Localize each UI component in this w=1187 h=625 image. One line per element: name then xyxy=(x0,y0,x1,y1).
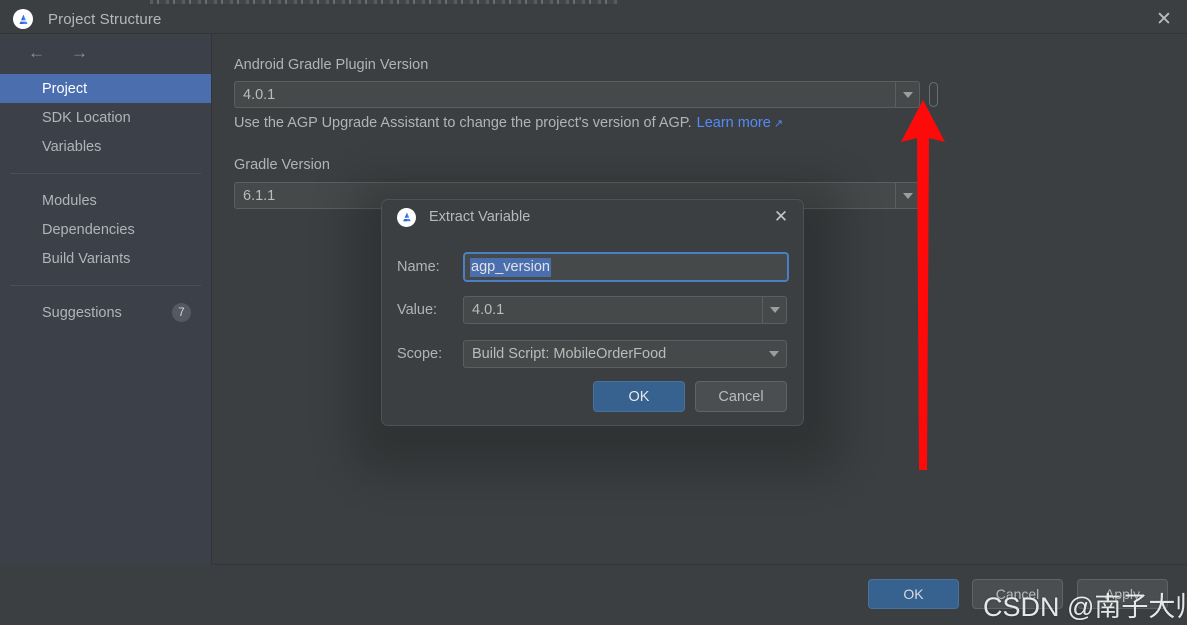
sidebar-item-build-variants[interactable]: Build Variants xyxy=(0,244,211,273)
arrow-left-icon[interactable]: ← xyxy=(28,44,45,61)
dialog-titlebar: Extract Variable ✕ xyxy=(382,200,803,234)
sidebar-item-label: Build Variants xyxy=(42,250,131,267)
gradle-version-label: Gradle Version xyxy=(234,157,330,173)
agp-version-value: 4.0.1 xyxy=(243,86,276,103)
csdn-watermark: CSDN @南子大帅哥 xyxy=(983,592,1187,622)
sidebar-item-label: Dependencies xyxy=(42,221,135,238)
red-up-arrow xyxy=(893,100,953,475)
value-combobox-value: 4.0.1 xyxy=(472,302,505,318)
sidebar-item-list: Project SDK Location Variables Modules D… xyxy=(0,74,211,327)
close-icon[interactable]: ✕ xyxy=(1141,5,1187,34)
background-window-toolbar xyxy=(150,0,620,4)
chevron-down-icon[interactable] xyxy=(762,297,786,323)
sidebar-item-suggestions[interactable]: Suggestions 7 xyxy=(0,298,211,327)
sidebar-item-modules[interactable]: Modules xyxy=(0,186,211,215)
sidebar-item-label: Variables xyxy=(42,138,102,155)
window-titlebar: Project Structure ✕ xyxy=(0,5,1187,34)
sidebar-item-dependencies[interactable]: Dependencies xyxy=(0,215,211,244)
chevron-down-icon[interactable] xyxy=(762,341,786,367)
sidebar-item-label: Project xyxy=(42,80,88,97)
name-field-row: Name: agp_version xyxy=(397,252,789,282)
suggestions-badge: 7 xyxy=(172,303,191,322)
name-input[interactable]: agp_version xyxy=(463,252,789,282)
sidebar-item-label: Suggestions xyxy=(42,304,122,321)
arrow-right-icon[interactable]: → xyxy=(71,44,88,61)
sidebar-divider xyxy=(10,285,201,286)
android-studio-icon xyxy=(397,207,416,227)
close-icon[interactable]: ✕ xyxy=(771,207,791,227)
agp-version-label: Android Gradle Plugin Version xyxy=(234,57,429,73)
agp-hint-text: Use the AGP Upgrade Assistant to change … xyxy=(234,115,783,131)
name-field-label: Name: xyxy=(397,259,440,275)
scope-field-label: Scope: xyxy=(397,346,443,362)
name-input-value: agp_version xyxy=(470,257,551,277)
sidebar-item-sdk-location[interactable]: SDK Location xyxy=(0,103,211,132)
sidebar-item-project[interactable]: Project xyxy=(0,74,211,103)
sidebar-divider xyxy=(10,173,201,174)
android-studio-icon xyxy=(13,9,33,29)
sidebar-nav-buttons: ← → xyxy=(0,34,211,70)
learn-more-link[interactable]: Learn more xyxy=(697,115,771,131)
ok-button[interactable]: OK xyxy=(868,579,959,609)
scope-combobox-value: Build Script: MobileOrderFood xyxy=(472,346,667,362)
agp-version-combobox[interactable]: 4.0.1 xyxy=(234,81,920,108)
value-field-label: Value: xyxy=(397,302,438,318)
scope-combobox[interactable]: Build Script: MobileOrderFood xyxy=(463,340,787,368)
dialog-ok-button[interactable]: OK xyxy=(593,381,685,412)
dialog-cancel-button[interactable]: Cancel xyxy=(695,381,787,412)
sidebar-item-label: SDK Location xyxy=(42,109,131,126)
dialog-title: Extract Variable xyxy=(429,209,531,225)
sidebar: ← → Project SDK Location Variables Modul… xyxy=(0,34,212,565)
external-link-icon[interactable]: ↗ xyxy=(774,118,783,130)
sidebar-item-label: Modules xyxy=(42,192,97,209)
value-field-row: Value: 4.0.1 xyxy=(397,296,787,324)
agp-hint-label: Use the AGP Upgrade Assistant to change … xyxy=(234,115,692,131)
project-structure-window: Project Structure ✕ ← → Project SDK Loca… xyxy=(0,0,1187,625)
scope-field-row: Scope: Build Script: MobileOrderFood xyxy=(397,340,787,368)
extract-variable-dialog: Extract Variable ✕ Name: agp_version Val… xyxy=(381,199,804,426)
value-combobox[interactable]: 4.0.1 xyxy=(463,296,787,324)
sidebar-item-variables[interactable]: Variables xyxy=(0,132,211,161)
window-title: Project Structure xyxy=(48,10,162,28)
